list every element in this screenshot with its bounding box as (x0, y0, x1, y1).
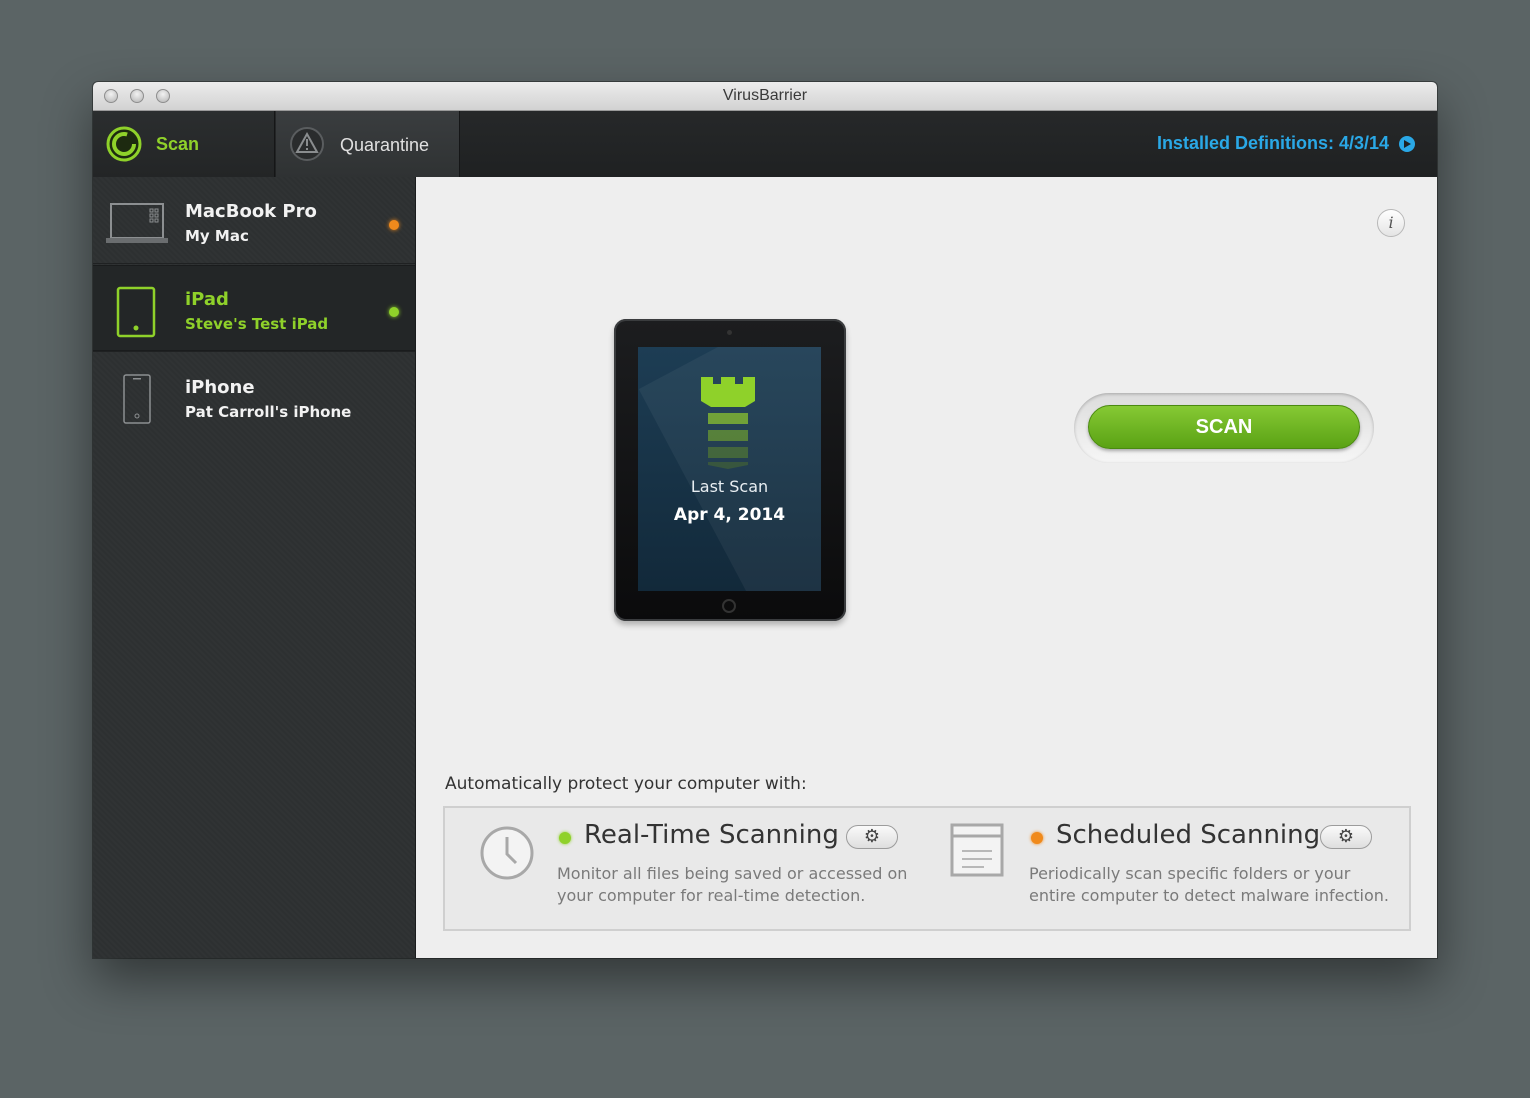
phone-icon (123, 374, 151, 430)
calendar-list-icon (950, 823, 1006, 883)
last-scan-label: Last Scan (690, 477, 769, 496)
device-preview: Last Scan Apr 4, 2014 (614, 319, 846, 621)
status-dot (1031, 832, 1043, 844)
scan-button-well: SCAN (1074, 393, 1374, 463)
title-bar: VirusBarrier (93, 82, 1437, 111)
device-item-macbook[interactable]: MacBook Pro My Mac (93, 177, 415, 264)
window-title: VirusBarrier (722, 87, 808, 104)
gear-icon: ⚙ (863, 826, 881, 847)
device-sidebar: MacBook Pro My Mac iPad Steve's Test iPa… (93, 177, 416, 958)
last-scan-date: Apr 4, 2014 (673, 505, 786, 525)
tab-quarantine[interactable]: Quarantine (276, 111, 460, 177)
device-subtitle: Pat Carroll's iPhone (185, 403, 352, 421)
toolbar: Scan Quarantine Installed Definitions: 4… (93, 111, 1437, 177)
auto-protect-panel: Real-Time Scanning ⚙ Monitor all files b… (443, 806, 1411, 931)
definitions-label: Installed Definitions: 4/3/14 (1156, 133, 1389, 153)
device-name: iPad (185, 289, 229, 310)
scan-button[interactable]: SCAN (1088, 405, 1360, 449)
arrow-right-circle-icon (1399, 135, 1415, 152)
info-icon[interactable]: i (1377, 209, 1405, 237)
app-window: VirusBarrier Scan Quarantine Installed D… (93, 82, 1437, 958)
feature-description: Monitor all files being saved or accesse… (557, 864, 908, 905)
installed-definitions-link[interactable]: Installed Definitions: 4/3/14 (1157, 133, 1415, 154)
feature-title: Scheduled Scanning (1056, 820, 1321, 850)
camera-dot (727, 330, 732, 335)
status-dot (389, 307, 399, 317)
tab-scan[interactable]: Scan (93, 111, 275, 177)
power-ring-icon (106, 126, 142, 162)
device-name: iPhone (185, 377, 255, 398)
device-subtitle: My Mac (185, 227, 249, 245)
tab-quarantine-label: Quarantine (340, 135, 430, 155)
home-button-icon (722, 599, 736, 613)
device-name: MacBook Pro (185, 201, 317, 222)
laptop-icon (106, 203, 168, 249)
status-dot (559, 832, 571, 844)
device-item-iphone[interactable]: iPhone Pat Carroll's iPhone (93, 353, 415, 440)
device-item-ipad[interactable]: iPad Steve's Test iPad (93, 265, 415, 352)
auto-protect-label: Automatically protect your computer with… (445, 774, 807, 794)
device-preview-screen: Last Scan Apr 4, 2014 (638, 347, 821, 591)
warning-triangle-icon (289, 126, 325, 162)
clock-icon (478, 824, 536, 886)
tablet-icon (116, 286, 158, 342)
tower-icon (701, 377, 755, 473)
main-panel: i Last Scan Apr 4, 2014 SCAN Automatical… (416, 177, 1437, 958)
device-subtitle: Steve's Test iPad (185, 315, 329, 333)
status-dot (389, 220, 399, 230)
realtime-settings-button[interactable]: ⚙ (846, 825, 898, 849)
scheduled-settings-button[interactable]: ⚙ (1320, 825, 1372, 849)
tab-scan-label: Scan (156, 134, 200, 154)
gear-icon: ⚙ (1337, 826, 1355, 847)
feature-description: Periodically scan specific folders or yo… (1029, 864, 1390, 905)
feature-title: Real-Time Scanning (584, 820, 839, 850)
